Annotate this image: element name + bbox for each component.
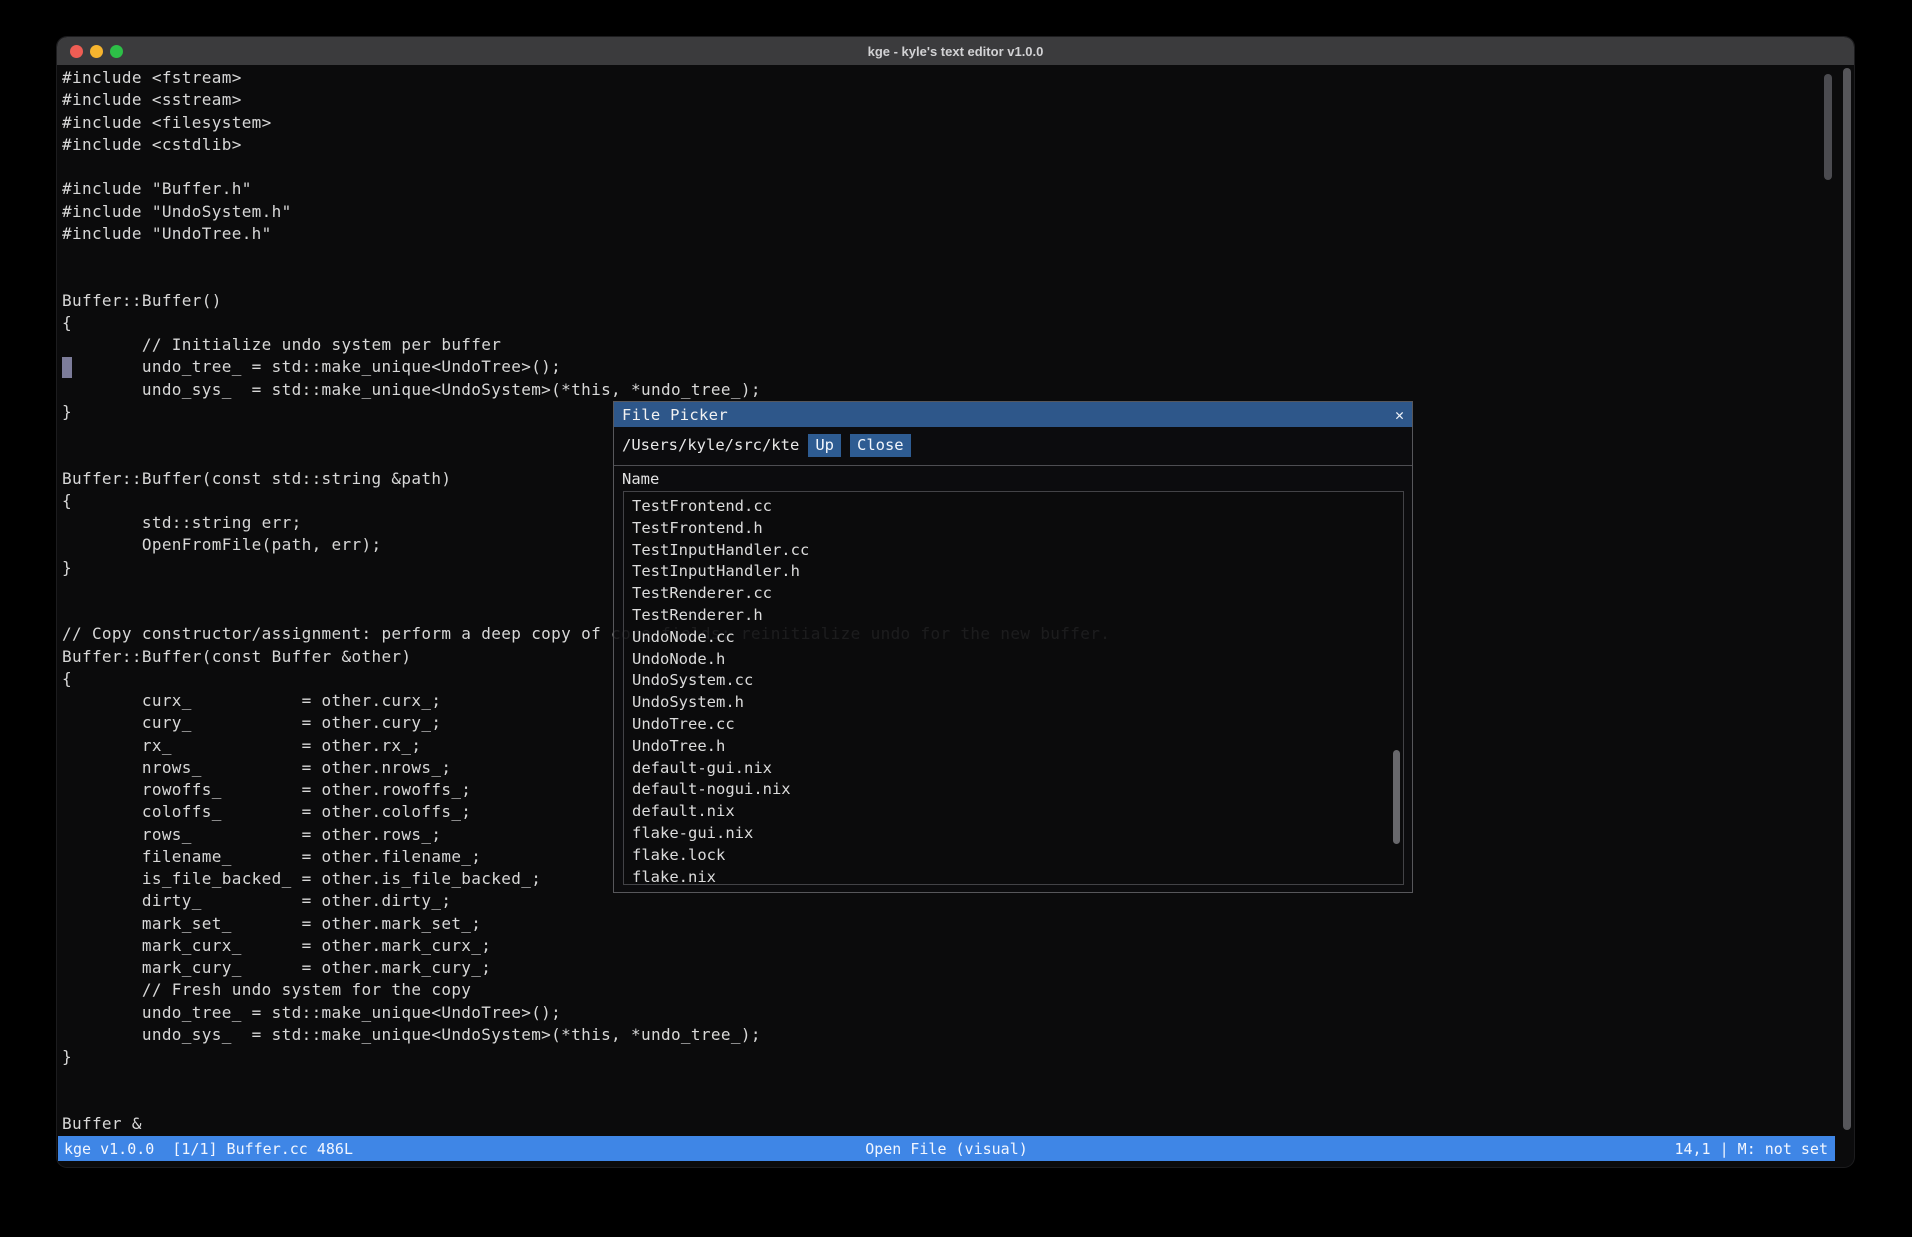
list-item[interactable]: TestFrontend.h <box>624 518 1403 540</box>
list-item[interactable]: TestInputHandler.cc <box>624 540 1403 562</box>
list-item[interactable]: default.nix <box>624 801 1403 823</box>
up-button[interactable]: Up <box>808 434 841 457</box>
code-line[interactable]: undo_tree_ = std::make_unique<UndoTree>(… <box>62 1002 1854 1024</box>
list-item[interactable]: TestInputHandler.h <box>624 561 1403 583</box>
dialog-separator <box>614 465 1412 466</box>
desktop: kge - kyle's text editor v1.0.0 #include… <box>0 0 1912 1237</box>
window-scrollbar-thumb[interactable] <box>1843 68 1851 1130</box>
code-line[interactable]: mark_cury_ = other.mark_cury_; <box>62 957 1854 979</box>
code-line[interactable] <box>62 267 1854 289</box>
code-line[interactable]: #include "Buffer.h" <box>62 178 1854 200</box>
dialog-title: File Picker <box>614 406 728 424</box>
code-line[interactable] <box>62 245 1854 267</box>
dialog-path-row: /Users/kyle/src/kte Up Close <box>614 427 1412 463</box>
code-line[interactable]: #include <sstream> <box>62 89 1854 111</box>
list-item[interactable]: default-gui.nix <box>624 758 1403 780</box>
code-line[interactable]: } <box>62 1046 1854 1068</box>
list-item[interactable]: TestRenderer.h <box>624 605 1403 627</box>
list-item[interactable]: UndoNode.h <box>624 649 1403 671</box>
dialog-titlebar[interactable]: File Picker ✕ <box>614 402 1412 427</box>
code-line[interactable]: #include "UndoTree.h" <box>62 223 1854 245</box>
code-line[interactable] <box>62 156 1854 178</box>
current-path-label: /Users/kyle/src/kte <box>622 436 799 454</box>
list-item[interactable]: UndoTree.h <box>624 736 1403 758</box>
column-header-name: Name <box>622 470 659 488</box>
traffic-lights <box>70 45 123 58</box>
list-item[interactable]: UndoNode.cc <box>624 627 1403 649</box>
code-line[interactable]: { <box>62 312 1854 334</box>
file-picker-dialog: File Picker ✕ /Users/kyle/src/kte Up Clo… <box>613 401 1413 893</box>
code-line[interactable]: #include "UndoSystem.h" <box>62 201 1854 223</box>
code-line[interactable]: #include <cstdlib> <box>62 134 1854 156</box>
code-line[interactable]: // Fresh undo system for the copy <box>62 979 1854 1001</box>
file-list-scrollbar-thumb[interactable] <box>1393 750 1400 844</box>
code-line[interactable]: undo_sys_ = std::make_unique<UndoSystem>… <box>62 379 1854 401</box>
list-item[interactable]: TestFrontend.cc <box>624 496 1403 518</box>
code-line[interactable]: #include <fstream> <box>62 67 1854 89</box>
file-list[interactable]: TestFrontend.ccTestFrontend.hTestInputHa… <box>623 491 1404 885</box>
list-item[interactable]: UndoTree.cc <box>624 714 1403 736</box>
list-item[interactable]: default-nogui.nix <box>624 779 1403 801</box>
dialog-close-button[interactable]: ✕ <box>1395 402 1404 427</box>
status-cursor-position: 14,1 | M: not set <box>1674 1140 1828 1158</box>
window-title: kge - kyle's text editor v1.0.0 <box>57 44 1854 59</box>
code-line[interactable]: #include <filesystem> <box>62 112 1854 134</box>
editor-scrollbar-thumb[interactable] <box>1824 74 1832 180</box>
app-window: kge - kyle's text editor v1.0.0 #include… <box>57 37 1854 1167</box>
minimize-window-icon[interactable] <box>90 45 103 58</box>
close-button[interactable]: Close <box>850 434 911 457</box>
code-line[interactable] <box>62 1068 1854 1090</box>
status-bar: kge v1.0.0 [1/1] Buffer.cc 486L Open Fil… <box>58 1136 1835 1161</box>
list-item[interactable]: flake.nix <box>624 867 1403 885</box>
list-item[interactable]: TestRenderer.cc <box>624 583 1403 605</box>
list-item[interactable]: flake.lock <box>624 845 1403 867</box>
file-list-rows: TestFrontend.ccTestFrontend.hTestInputHa… <box>624 492 1403 885</box>
code-line[interactable]: Buffer::Buffer() <box>62 290 1854 312</box>
code-line[interactable]: mark_set_ = other.mark_set_; <box>62 913 1854 935</box>
code-line[interactable]: mark_curx_ = other.mark_curx_; <box>62 935 1854 957</box>
close-icon: ✕ <box>1395 406 1404 424</box>
code-line[interactable]: // Initialize undo system per buffer <box>62 334 1854 356</box>
window-titlebar[interactable]: kge - kyle's text editor v1.0.0 <box>57 37 1854 65</box>
list-item[interactable]: flake-gui.nix <box>624 823 1403 845</box>
list-item[interactable]: UndoSystem.cc <box>624 670 1403 692</box>
code-line[interactable] <box>62 1091 1854 1113</box>
code-line[interactable]: Buffer & <box>62 1113 1854 1135</box>
code-line[interactable]: undo_tree_ = std::make_unique<UndoTree>(… <box>62 356 1854 378</box>
status-file-info: kge v1.0.0 [1/1] Buffer.cc 486L <box>64 1140 353 1158</box>
code-line[interactable]: dirty_ = other.dirty_; <box>62 890 1854 912</box>
zoom-window-icon[interactable] <box>110 45 123 58</box>
text-cursor-block <box>62 357 72 378</box>
close-window-icon[interactable] <box>70 45 83 58</box>
code-line[interactable]: undo_sys_ = std::make_unique<UndoSystem>… <box>62 1024 1854 1046</box>
list-item[interactable]: UndoSystem.h <box>624 692 1403 714</box>
